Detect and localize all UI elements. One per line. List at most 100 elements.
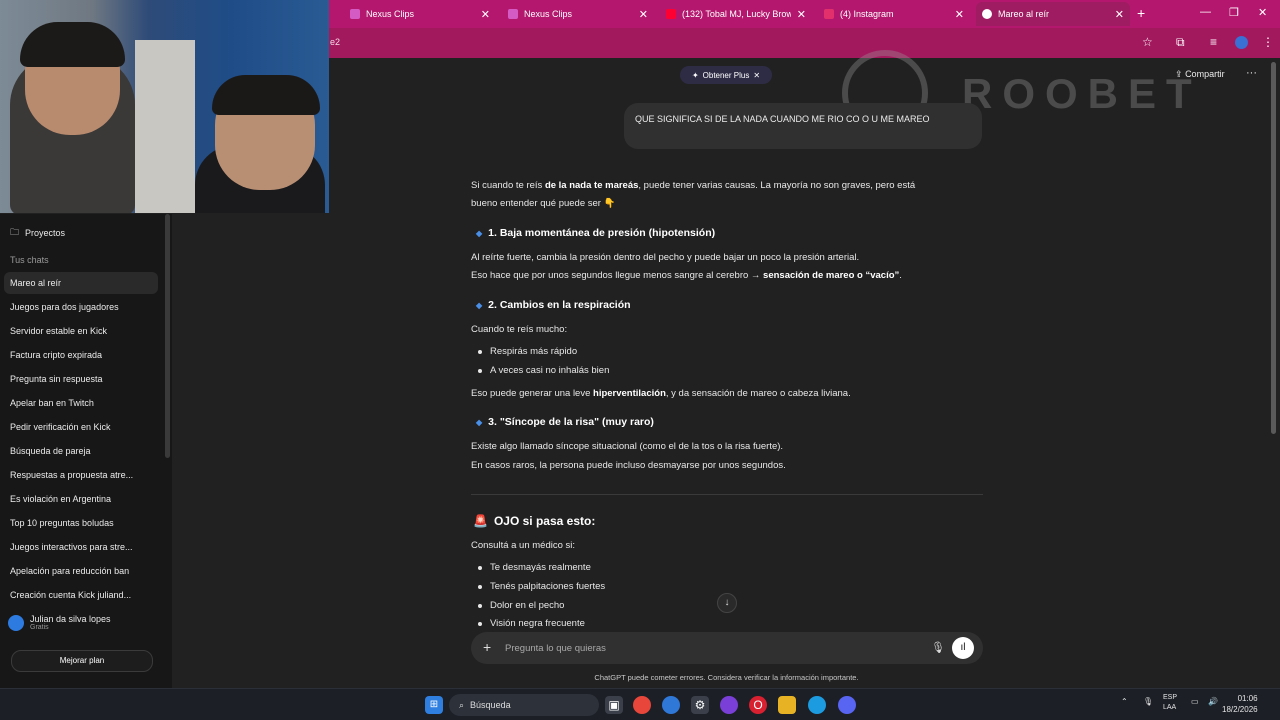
- windows-taskbar: ⊞ ⌕ Búsqueda ▣ ⚙ O ⌃ 🎙 ESP LAA ▭ 🔊 01:06…: [0, 688, 1280, 720]
- volume-icon[interactable]: 🔊: [1208, 697, 1218, 706]
- text-span: Si cuando te reís: [471, 180, 545, 191]
- chat-history-item[interactable]: Factura cripto expirada: [10, 350, 102, 360]
- address-bar-fragment[interactable]: e2: [330, 37, 340, 47]
- language-indicator[interactable]: ESP LAA: [1163, 693, 1177, 713]
- chat-history-item[interactable]: Servidor estable en Kick: [10, 326, 107, 336]
- windows-start-icon[interactable]: ⊞: [425, 696, 443, 714]
- screen: Nexus Clips ✕ Nexus Clips ✕ (132) Tobal …: [0, 0, 1280, 720]
- dismiss-icon[interactable]: ✕: [753, 71, 760, 80]
- close-tab-icon[interactable]: ✕: [955, 8, 964, 21]
- attach-plus-icon[interactable]: +: [483, 639, 491, 655]
- chrome-profile-icon[interactable]: [662, 696, 680, 714]
- chat-history-item[interactable]: Juegos interactivos para stre...: [10, 542, 133, 552]
- prompt-input[interactable]: [505, 640, 905, 656]
- webcam-background-door: [135, 40, 195, 213]
- text-span: , puede tener varias causas. La mayoría …: [638, 180, 916, 191]
- share-button[interactable]: ⇪ Compartir: [1175, 69, 1225, 80]
- user-name: Julian da silva lopes: [30, 614, 111, 624]
- chat-history-item[interactable]: Pregunta sin respuesta: [10, 374, 103, 384]
- list-item: Visión negra frecuente: [478, 618, 585, 629]
- chat-history-item[interactable]: Top 10 preguntas boludas: [10, 518, 114, 528]
- heading-text: 1. Baja momentánea de presión (hipotensi…: [488, 227, 716, 239]
- list-item: Tenés palpitaciones fuertes: [478, 581, 605, 592]
- discord-icon[interactable]: [838, 696, 856, 714]
- user-account[interactable]: Julian da silva lopes Gratis: [8, 614, 111, 631]
- bullet-icon: [478, 565, 482, 570]
- settings-gear-icon[interactable]: ⚙: [691, 696, 709, 714]
- browser-tab-active[interactable]: Mareo al reír ✕: [976, 2, 1130, 26]
- sidebar-scrollbar[interactable]: [165, 214, 170, 458]
- close-window-icon[interactable]: ✕: [1258, 6, 1267, 19]
- media-queue-icon[interactable]: ≡: [1210, 35, 1217, 49]
- list-item-text: Respirás más rápido: [490, 346, 578, 357]
- text-span: .: [899, 270, 902, 281]
- scroll-to-bottom-button[interactable]: ↓: [717, 593, 737, 613]
- browser-tab[interactable]: (4) Instagram ✕: [818, 2, 970, 26]
- tab-title: Nexus Clips: [366, 9, 415, 19]
- tray-chevron-icon[interactable]: ⌃: [1121, 697, 1128, 706]
- chat-history-item[interactable]: Mareo al reír: [4, 272, 158, 294]
- edge-icon[interactable]: [808, 696, 826, 714]
- profile-avatar-icon[interactable]: [1235, 36, 1248, 49]
- response-paragraph: En casos raros, la persona puede incluso…: [471, 460, 786, 471]
- close-tab-icon[interactable]: ✕: [1115, 8, 1124, 21]
- taskbar-search[interactable]: ⌕ Búsqueda: [449, 694, 599, 716]
- upgrade-plan-button[interactable]: Mejorar plan: [11, 650, 153, 672]
- list-item-text: Tenés palpitaciones fuertes: [490, 581, 606, 592]
- close-tab-icon[interactable]: ✕: [481, 8, 490, 21]
- chat-history-item[interactable]: Juegos para dos jugadores: [10, 302, 119, 312]
- instagram-favicon-icon: [824, 9, 834, 19]
- close-tab-icon[interactable]: ✕: [797, 8, 806, 21]
- response-paragraph: Si cuando te reís de la nada te mareás, …: [471, 177, 915, 195]
- bookmark-star-icon[interactable]: ☆: [1142, 35, 1153, 49]
- task-view-icon[interactable]: ▣: [605, 696, 623, 714]
- microphone-icon[interactable]: 🎙: [931, 641, 945, 654]
- chat-history-item[interactable]: Creación cuenta Kick juliand...: [10, 590, 131, 600]
- extensions-icon[interactable]: ⧉: [1176, 35, 1185, 50]
- app-circle-icon[interactable]: [720, 696, 738, 714]
- sidebar-item-projects[interactable]: 🗀 Proyectos: [10, 225, 65, 241]
- chrome-icon[interactable]: [633, 696, 651, 714]
- chats-heading: Tus chats: [10, 255, 49, 265]
- maximize-icon[interactable]: ❐: [1229, 6, 1239, 19]
- text-span: Eso puede generar una leve: [471, 388, 594, 399]
- minimize-icon[interactable]: —: [1200, 6, 1211, 18]
- new-tab-icon[interactable]: +: [1137, 5, 1145, 21]
- avatar: [8, 614, 24, 631]
- share-icon: ⇪: [1175, 69, 1183, 79]
- heading-text: 3. "Síncope de la risa" (muy raro): [488, 416, 654, 428]
- page-scrollbar[interactable]: [1271, 62, 1276, 434]
- browser-tab[interactable]: (132) Tobal MJ, Lucky Brown - T ✕: [660, 2, 812, 26]
- file-explorer-icon[interactable]: [778, 696, 796, 714]
- get-plus-button[interactable]: ✦ Obtener Plus ✕: [680, 66, 772, 84]
- chat-history-item[interactable]: Apelar ban en Twitch: [10, 398, 94, 408]
- share-label: Compartir: [1185, 69, 1225, 79]
- chat-history-item[interactable]: Es violación en Argentina: [10, 494, 111, 504]
- more-options-icon[interactable]: ···: [1246, 67, 1257, 79]
- browser-tab[interactable]: Nexus Clips ✕: [344, 2, 496, 26]
- opera-icon[interactable]: O: [749, 696, 767, 714]
- chat-history-item[interactable]: Apelación para reducción ban: [10, 566, 129, 576]
- voice-mode-button[interactable]: ıl: [952, 637, 974, 659]
- close-tab-icon[interactable]: ✕: [639, 8, 648, 21]
- browser-menu-icon[interactable]: ⋮: [1262, 35, 1274, 49]
- bold-span: sensación de mareo o “vacío”: [763, 270, 900, 281]
- text-span: Eso hace que por unos segundos llegue me…: [471, 270, 764, 281]
- chat-history-item[interactable]: Pedir verificación en Kick: [10, 422, 111, 432]
- network-icon[interactable]: ▭: [1191, 697, 1199, 706]
- user-info: Julian da silva lopes Gratis: [30, 614, 111, 631]
- tray-mic-icon[interactable]: 🎙: [1143, 697, 1153, 706]
- chat-history-item[interactable]: Respuestas a propuesta atre...: [10, 470, 133, 480]
- taskbar-clock[interactable]: 01:06 18/2/2026: [1222, 693, 1258, 715]
- clock-time: 01:06: [1237, 694, 1258, 703]
- lang-line: ESP: [1163, 694, 1178, 701]
- response-paragraph: bueno entender qué puede ser 👇: [471, 198, 616, 209]
- diamond-icon: ◆: [476, 300, 483, 310]
- siren-icon: 🚨: [473, 514, 488, 528]
- chat-history-item[interactable]: Búsqueda de pareja: [10, 446, 91, 456]
- bold-span: hiperventilación: [593, 388, 666, 399]
- list-item: Dolor en el pecho: [478, 600, 564, 611]
- browser-tab[interactable]: Nexus Clips ✕: [502, 2, 654, 26]
- nexus-favicon-icon: [508, 9, 518, 19]
- divider: [471, 494, 983, 495]
